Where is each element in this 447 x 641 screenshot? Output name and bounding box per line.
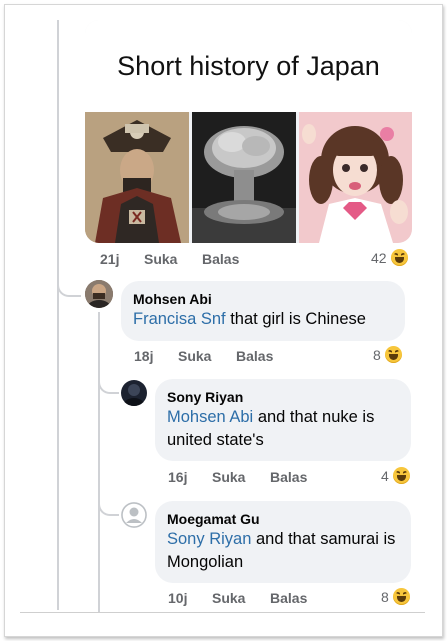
comment-bubble: Sony Riyan Mohsen Abi and that nuke is u… [155,379,411,461]
reaction-count: 8 [381,588,389,605]
comment-reactions[interactable]: 8 [373,346,402,363]
comment-actions: 16j Suka Balas [168,469,368,487]
comment-author[interactable]: Sony Riyan [167,388,399,406]
comment-author[interactable]: Moegamat Gu [167,510,399,528]
mention-link[interactable]: Francisa Snf [133,310,226,328]
reaction-count: 8 [373,346,381,363]
comment-text: Mohsen Abi and that nuke is united state… [167,406,399,452]
post-time[interactable]: 21j [100,251,119,267]
comment-bubble: Moegamat Gu Sony Riyan and that samurai … [155,501,411,583]
thread-line [57,20,59,610]
comment-like-button[interactable]: Suka [178,348,211,364]
comment-text: Sony Riyan and that samurai is Mongolian [167,528,399,574]
avatar[interactable] [85,280,113,308]
comment-reply-button[interactable]: Balas [270,590,307,606]
post-like-button[interactable]: Suka [144,251,177,267]
comment-time[interactable]: 18j [134,348,153,364]
default-avatar-icon[interactable] [121,502,147,528]
post-reply-button[interactable]: Balas [202,251,239,267]
comment-reply-button[interactable]: Balas [270,469,307,485]
haha-reaction-icon [384,346,402,363]
haha-reaction-icon [390,249,408,266]
comment-text: Francisa Snf that girl is Chinese [133,308,393,331]
mushroom-cloud-image [192,112,296,243]
post-actions: 21j Suka Balas [100,251,300,269]
comment-author[interactable]: Mohsen Abi [133,290,393,308]
haha-reaction-icon [392,588,410,605]
meme-image[interactable]: Short history of Japan [85,20,412,243]
comment-time[interactable]: 10j [168,590,187,606]
mention-link[interactable]: Sony Riyan [167,530,251,548]
meme-title: Short history of Japan [85,20,412,112]
mention-link[interactable]: Mohsen Abi [167,408,253,426]
haha-reaction-icon [392,467,410,484]
comment-reply-button[interactable]: Balas [236,348,273,364]
comment-time[interactable]: 16j [168,469,187,485]
reply-thread-line [98,312,100,612]
comment-body: that girl is Chinese [225,310,366,328]
comment-reactions[interactable]: 4 [381,467,410,484]
avatar[interactable] [121,380,147,406]
samurai-image [85,112,189,243]
comment-like-button[interactable]: Suka [212,469,245,485]
comment-bubble: Mohsen Abi Francisa Snf that girl is Chi… [121,281,405,341]
reply-connector [57,278,81,297]
divider [20,612,425,613]
post-reactions[interactable]: 42 [371,249,408,266]
comment-like-button[interactable]: Suka [212,590,245,606]
comment-actions: 10j Suka Balas [168,590,368,608]
comment-reactions[interactable]: 8 [381,588,410,605]
comment-actions: 18j Suka Balas [134,348,334,366]
reaction-count: 4 [381,467,389,484]
girl-image [299,112,412,243]
reaction-count: 42 [371,249,387,266]
